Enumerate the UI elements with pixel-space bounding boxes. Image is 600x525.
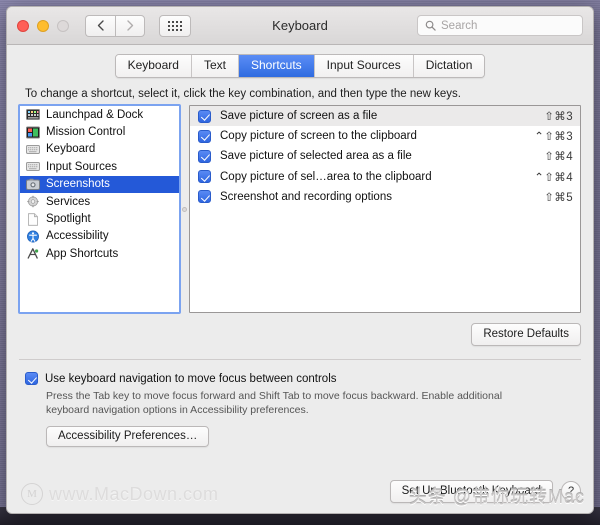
shortcut-label: Save picture of screen as a file [220,110,378,123]
pane-splitter[interactable] [180,206,189,212]
tab-group: Keyboard Text Shortcuts Input Sources Di… [114,54,486,78]
tab-dictation[interactable]: Dictation [413,55,485,77]
services-gear-icon [27,195,39,208]
accessibility-icon [27,230,39,243]
accessibility-preferences-row: Accessibility Preferences… [46,426,581,447]
keyboard-navigation-label: Use keyboard navigation to move focus be… [45,372,337,385]
keyboard-navigation-row[interactable]: Use keyboard navigation to move focus be… [25,372,581,385]
restore-defaults-button[interactable]: Restore Defaults [471,323,581,346]
launchpad-dock-icon [26,109,40,121]
table-row[interactable]: Save picture of selected area as a file … [190,146,580,166]
sidebar-item-label: Mission Control [46,126,126,139]
sidebar-item-label: Keyboard [46,143,96,156]
search-field[interactable] [417,15,583,36]
macdown-watermark: M www.MacDown.com [21,483,219,505]
window-bottom-bar: M www.MacDown.com Set Up Bluetooth Keybo… [7,469,593,513]
shortcut-label: Save picture of selected area as a file [220,150,412,163]
shortcut-panes: Launchpad & Dock Mission Control Keyboar… [18,104,581,314]
help-button[interactable]: ? [561,481,581,501]
restore-defaults-row: Restore Defaults [19,323,581,346]
sidebar-item-spotlight[interactable]: Spotlight [20,210,179,227]
sidebar-item-label: Screenshots [46,178,110,191]
window-titlebar: Keyboard [7,7,593,45]
keyboard-navigation-section: Use keyboard navigation to move focus be… [19,372,581,447]
tab-keyboard[interactable]: Keyboard [115,55,192,77]
forward-button[interactable] [115,14,145,37]
shortcut-label: Screenshot and recording options [220,190,392,203]
shortcut-keys[interactable]: ⇧⌘5 [544,190,573,204]
instruction-text: To change a shortcut, select it, click t… [25,88,461,100]
tab-text[interactable]: Text [191,55,239,77]
chevron-left-icon [97,20,104,31]
shortcut-checkbox[interactable] [198,170,211,184]
sidebar-item-label: Services [46,195,91,208]
app-shortcuts-icon [27,248,39,260]
table-row[interactable]: Screenshot and recording options ⇧⌘5 [190,187,580,207]
preferences-content: Keyboard Text Shortcuts Input Sources Di… [7,45,593,469]
table-row[interactable]: Copy picture of sel…area to the clipboar… [190,167,580,187]
shortcut-label: Copy picture of screen to the clipboard [220,130,417,143]
mission-control-icon [26,126,40,139]
sidebar-item-keyboard[interactable]: Keyboard [20,141,179,158]
shortcut-keys[interactable]: ⇧⌘4 [544,149,573,163]
sidebar-item-accessibility[interactable]: Accessibility [20,228,179,245]
section-divider [19,359,581,360]
category-sidebar[interactable]: Launchpad & Dock Mission Control Keyboar… [18,104,181,314]
shortcut-keys[interactable]: ⌃⇧⌘4 [534,170,573,184]
sidebar-item-services[interactable]: Services [20,193,179,210]
spotlight-page-icon [28,212,38,226]
shortcut-keys[interactable]: ⇧⌘3 [544,109,573,123]
close-button[interactable] [17,19,29,32]
traffic-lights [17,19,69,32]
maximize-button[interactable] [57,19,69,32]
shortcut-checkbox[interactable] [198,190,211,204]
keyboard-navigation-checkbox[interactable] [25,372,38,385]
search-input[interactable] [441,19,575,32]
input-sources-icon [26,162,40,172]
table-row[interactable]: Copy picture of screen to the clipboard … [190,126,580,146]
table-row[interactable]: Save picture of screen as a file ⇧⌘3 [190,106,580,127]
navigation-buttons [85,14,145,37]
tab-bar: Keyboard Text Shortcuts Input Sources Di… [19,54,581,78]
chevron-right-icon [126,20,133,31]
show-all-preferences-button[interactable] [159,14,191,37]
shortcut-keys[interactable]: ⌃⇧⌘3 [534,129,573,143]
sidebar-item-mission-control[interactable]: Mission Control [20,123,179,140]
sidebar-item-label: Spotlight [46,213,91,226]
sidebar-item-launchpad-dock[interactable]: Launchpad & Dock [20,106,179,123]
tab-shortcuts[interactable]: Shortcuts [238,55,315,77]
shortcut-checkbox[interactable] [198,129,211,143]
sidebar-item-label: Accessibility [46,230,109,243]
sidebar-item-input-sources[interactable]: Input Sources [20,158,179,175]
keyboard-navigation-description: Press the Tab key to move focus forward … [46,390,503,416]
minimize-button[interactable] [37,19,49,32]
shortcut-checkbox[interactable] [198,109,211,123]
keyboard-preferences-window: Keyboard Keyboard Text Shortcuts Input S… [6,6,594,514]
macdown-watermark-text: www.MacDown.com [49,483,219,504]
macdown-logo-icon: M [21,483,43,505]
shortcut-checkbox[interactable] [198,149,211,163]
sidebar-item-app-shortcuts[interactable]: App Shortcuts [20,245,179,262]
sidebar-item-label: Input Sources [46,160,117,173]
back-button[interactable] [85,14,115,37]
shortcut-label: Copy picture of sel…area to the clipboar… [220,170,432,183]
accessibility-preferences-button[interactable]: Accessibility Preferences… [46,426,210,447]
sidebar-item-screenshots[interactable]: Screenshots [20,175,179,193]
keyboard-icon [26,144,40,154]
shortcut-list[interactable]: Save picture of screen as a file ⇧⌘3 Cop… [189,105,581,313]
set-up-bluetooth-keyboard-button[interactable]: Set Up Bluetooth Keyboard [389,479,553,503]
screenshots-icon [26,178,40,190]
grid-icon [168,20,182,31]
sidebar-item-label: Launchpad & Dock [46,108,144,121]
tab-input-sources[interactable]: Input Sources [314,55,414,77]
sidebar-item-label: App Shortcuts [46,247,119,260]
search-icon [425,20,436,31]
